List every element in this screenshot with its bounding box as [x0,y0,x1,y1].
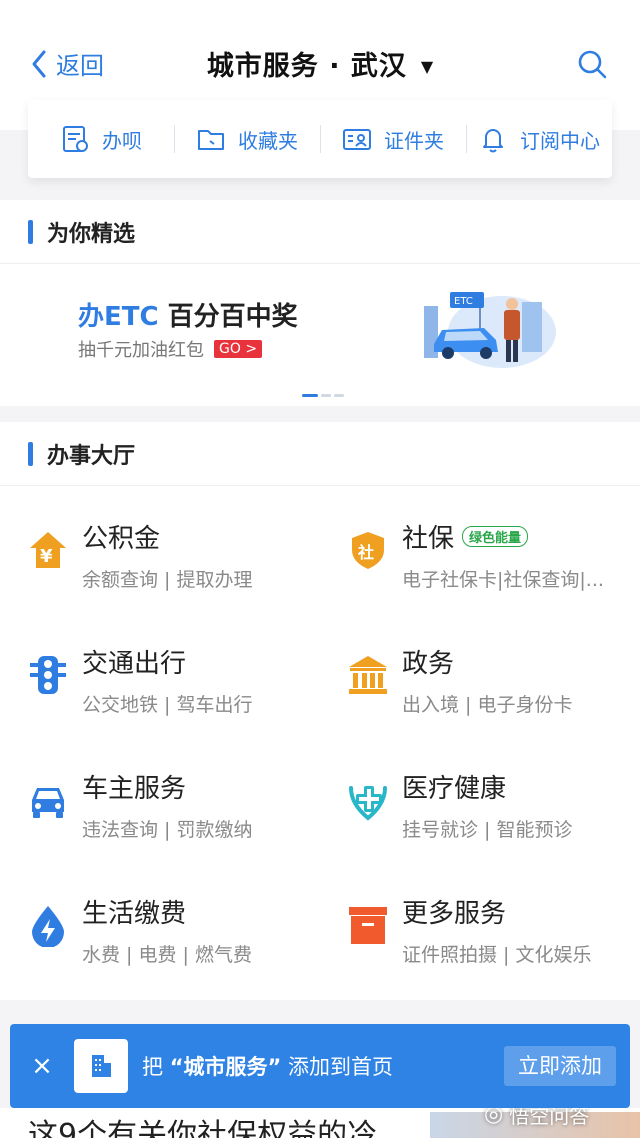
service-name: 交通出行 [82,649,187,679]
carousel-indicator [302,394,344,397]
close-icon[interactable]: × [10,1051,74,1081]
service-name: 公积金 [82,524,161,554]
bell-icon [483,129,503,153]
city-selector[interactable]: 城市服务 · 武汉 ▼ [0,44,640,83]
service-name: 医疗健康 [402,774,507,804]
banner-title-highlight: 办ETC [78,302,159,332]
service-hall-heading: 办事大厅 [0,422,640,486]
service-desc: 电子社保卡|社保查询|... [402,569,604,591]
svg-text:社: 社 [357,543,374,562]
building-icon [92,1055,111,1077]
etc-car-illustration: ETC [424,292,556,368]
city-services-app-icon [74,1039,128,1093]
box-icon [349,907,387,944]
toast-msg-name: “城市服务” [169,1055,282,1079]
etc-sign-text: ETC [454,296,473,307]
service-name: 社保 [402,524,455,554]
service-government[interactable]: 政务出入境 | 电子身份卡 [346,643,640,743]
quick-item-label: 证件夹 [384,128,444,153]
traffic-light-icon [30,656,66,694]
service-desc: 证件照拍摄 | 文化娱乐 [402,944,592,966]
etc-promo-banner[interactable]: 办ETC 百分百中奖 抽千元加油红包 GO > ETC [0,264,640,406]
banner-subtitle: 抽千元加油红包 GO > [78,336,263,362]
service-housing-fund[interactable]: ¥ 公积金余额查询 | 提取办理 [26,518,326,618]
carousel-dot-active [302,394,318,397]
featured-section: 为你精选 办ETC 百分百中奖 抽千元加油红包 GO > ETC [0,200,640,406]
section-marker [28,441,33,466]
quick-item-subscriptions[interactable]: 订阅中心 [466,119,612,159]
banner-subtitle-text: 抽千元加油红包 [78,340,204,361]
toast-msg-prefix: 把 [142,1055,170,1079]
green-energy-badge: 绿色能量 [462,526,529,547]
city-services-page: 返回 城市服务 · 武汉 ▼ 办呗 收藏夹 证件夹 订阅中心 为你精选 办ETC… [0,0,640,1138]
carousel-dot [321,394,331,397]
carousel-dot [334,394,344,397]
dropdown-arrow-icon: ▼ [420,57,434,76]
banner-title: 办ETC 百分百中奖 [78,296,298,333]
service-medical[interactable]: 医疗健康挂号就诊 | 智能预诊 [346,768,640,868]
svg-text:¥: ¥ [40,546,53,567]
service-name-row: 社保 绿色能量 [402,518,634,555]
banner-title-rest: 百分百中奖 [158,302,298,332]
service-grid: ¥ 公积金 余额查询 | 提取办理 社 社保 绿色能量 电子社保卡|社保查询|... … [0,486,640,1000]
service-desc: 水费 | 电费 | 燃气费 [82,944,252,966]
receipt-icon [63,126,88,152]
featured-heading: 为你精选 [0,200,640,264]
service-hall-section: 办事大厅 ¥ 公积金余额查询 | 提取办理 社 社保 绿色能量电子社保卡|社保查询… [0,422,640,1000]
section-title: 办事大厅 [47,443,136,469]
service-desc: 违法查询 | 罚款缴纳 [82,819,253,841]
yen-house-icon: ¥ [30,532,66,568]
shield-icon: 社 [352,532,384,569]
search-icon[interactable] [576,48,608,80]
quick-item-id-wallet[interactable]: 证件夹 [320,119,466,159]
quick-item-label: 订阅中心 [520,128,600,153]
toast-message: 把 “城市服务” 添加到首页 [142,1051,393,1081]
lightning-drop-icon [32,906,64,947]
toast-msg-suffix: 添加到首页 [281,1055,393,1079]
service-desc: 出入境 | 电子身份卡 [402,694,573,716]
service-desc: 挂号就诊 | 智能预诊 [402,819,573,841]
service-name: 政务 [402,649,455,679]
id-card-icon [343,129,371,150]
car-icon [32,788,64,818]
quick-access-bar: 办呗 收藏夹 证件夹 订阅中心 [28,100,612,178]
service-more[interactable]: 更多服务证件照拍摄 | 文化娱乐 [346,893,640,993]
service-name: 更多服务 [402,899,507,929]
feed-article-title[interactable]: 这9个有关你社保权益的冷 [28,1110,377,1138]
section-marker [28,219,33,244]
go-button[interactable]: GO > [214,340,263,358]
service-desc: 公交地铁 | 驾车出行 [82,694,253,716]
add-to-home-toast: × 把 “城市服务” 添加到首页 立即添加 [10,1024,630,1108]
page-title: 城市服务 · 武汉 [206,51,407,82]
add-now-button[interactable]: 立即添加 [504,1046,616,1086]
quick-item-label: 收藏夹 [238,128,298,153]
quick-item-banbei[interactable]: 办呗 [28,119,174,159]
service-social-security[interactable]: 社 社保 绿色能量电子社保卡|社保查询|... [346,518,640,618]
service-utility-bills[interactable]: 生活缴费水费 | 电费 | 燃气费 [26,893,326,993]
quick-item-favorites[interactable]: 收藏夹 [174,119,320,159]
section-title: 为你精选 [47,221,136,247]
service-name: 生活缴费 [82,899,187,929]
quick-item-label: 办呗 [102,128,142,153]
service-transport[interactable]: 交通出行公交地铁 | 驾车出行 [26,643,326,743]
folder-icon [198,130,224,150]
stethoscope-icon [349,786,387,821]
service-desc: 余额查询 | 提取办理 [82,569,253,591]
service-car-owner[interactable]: 车主服务违法查询 | 罚款缴纳 [26,768,326,868]
service-name: 车主服务 [82,774,187,804]
government-building-icon [349,656,387,694]
